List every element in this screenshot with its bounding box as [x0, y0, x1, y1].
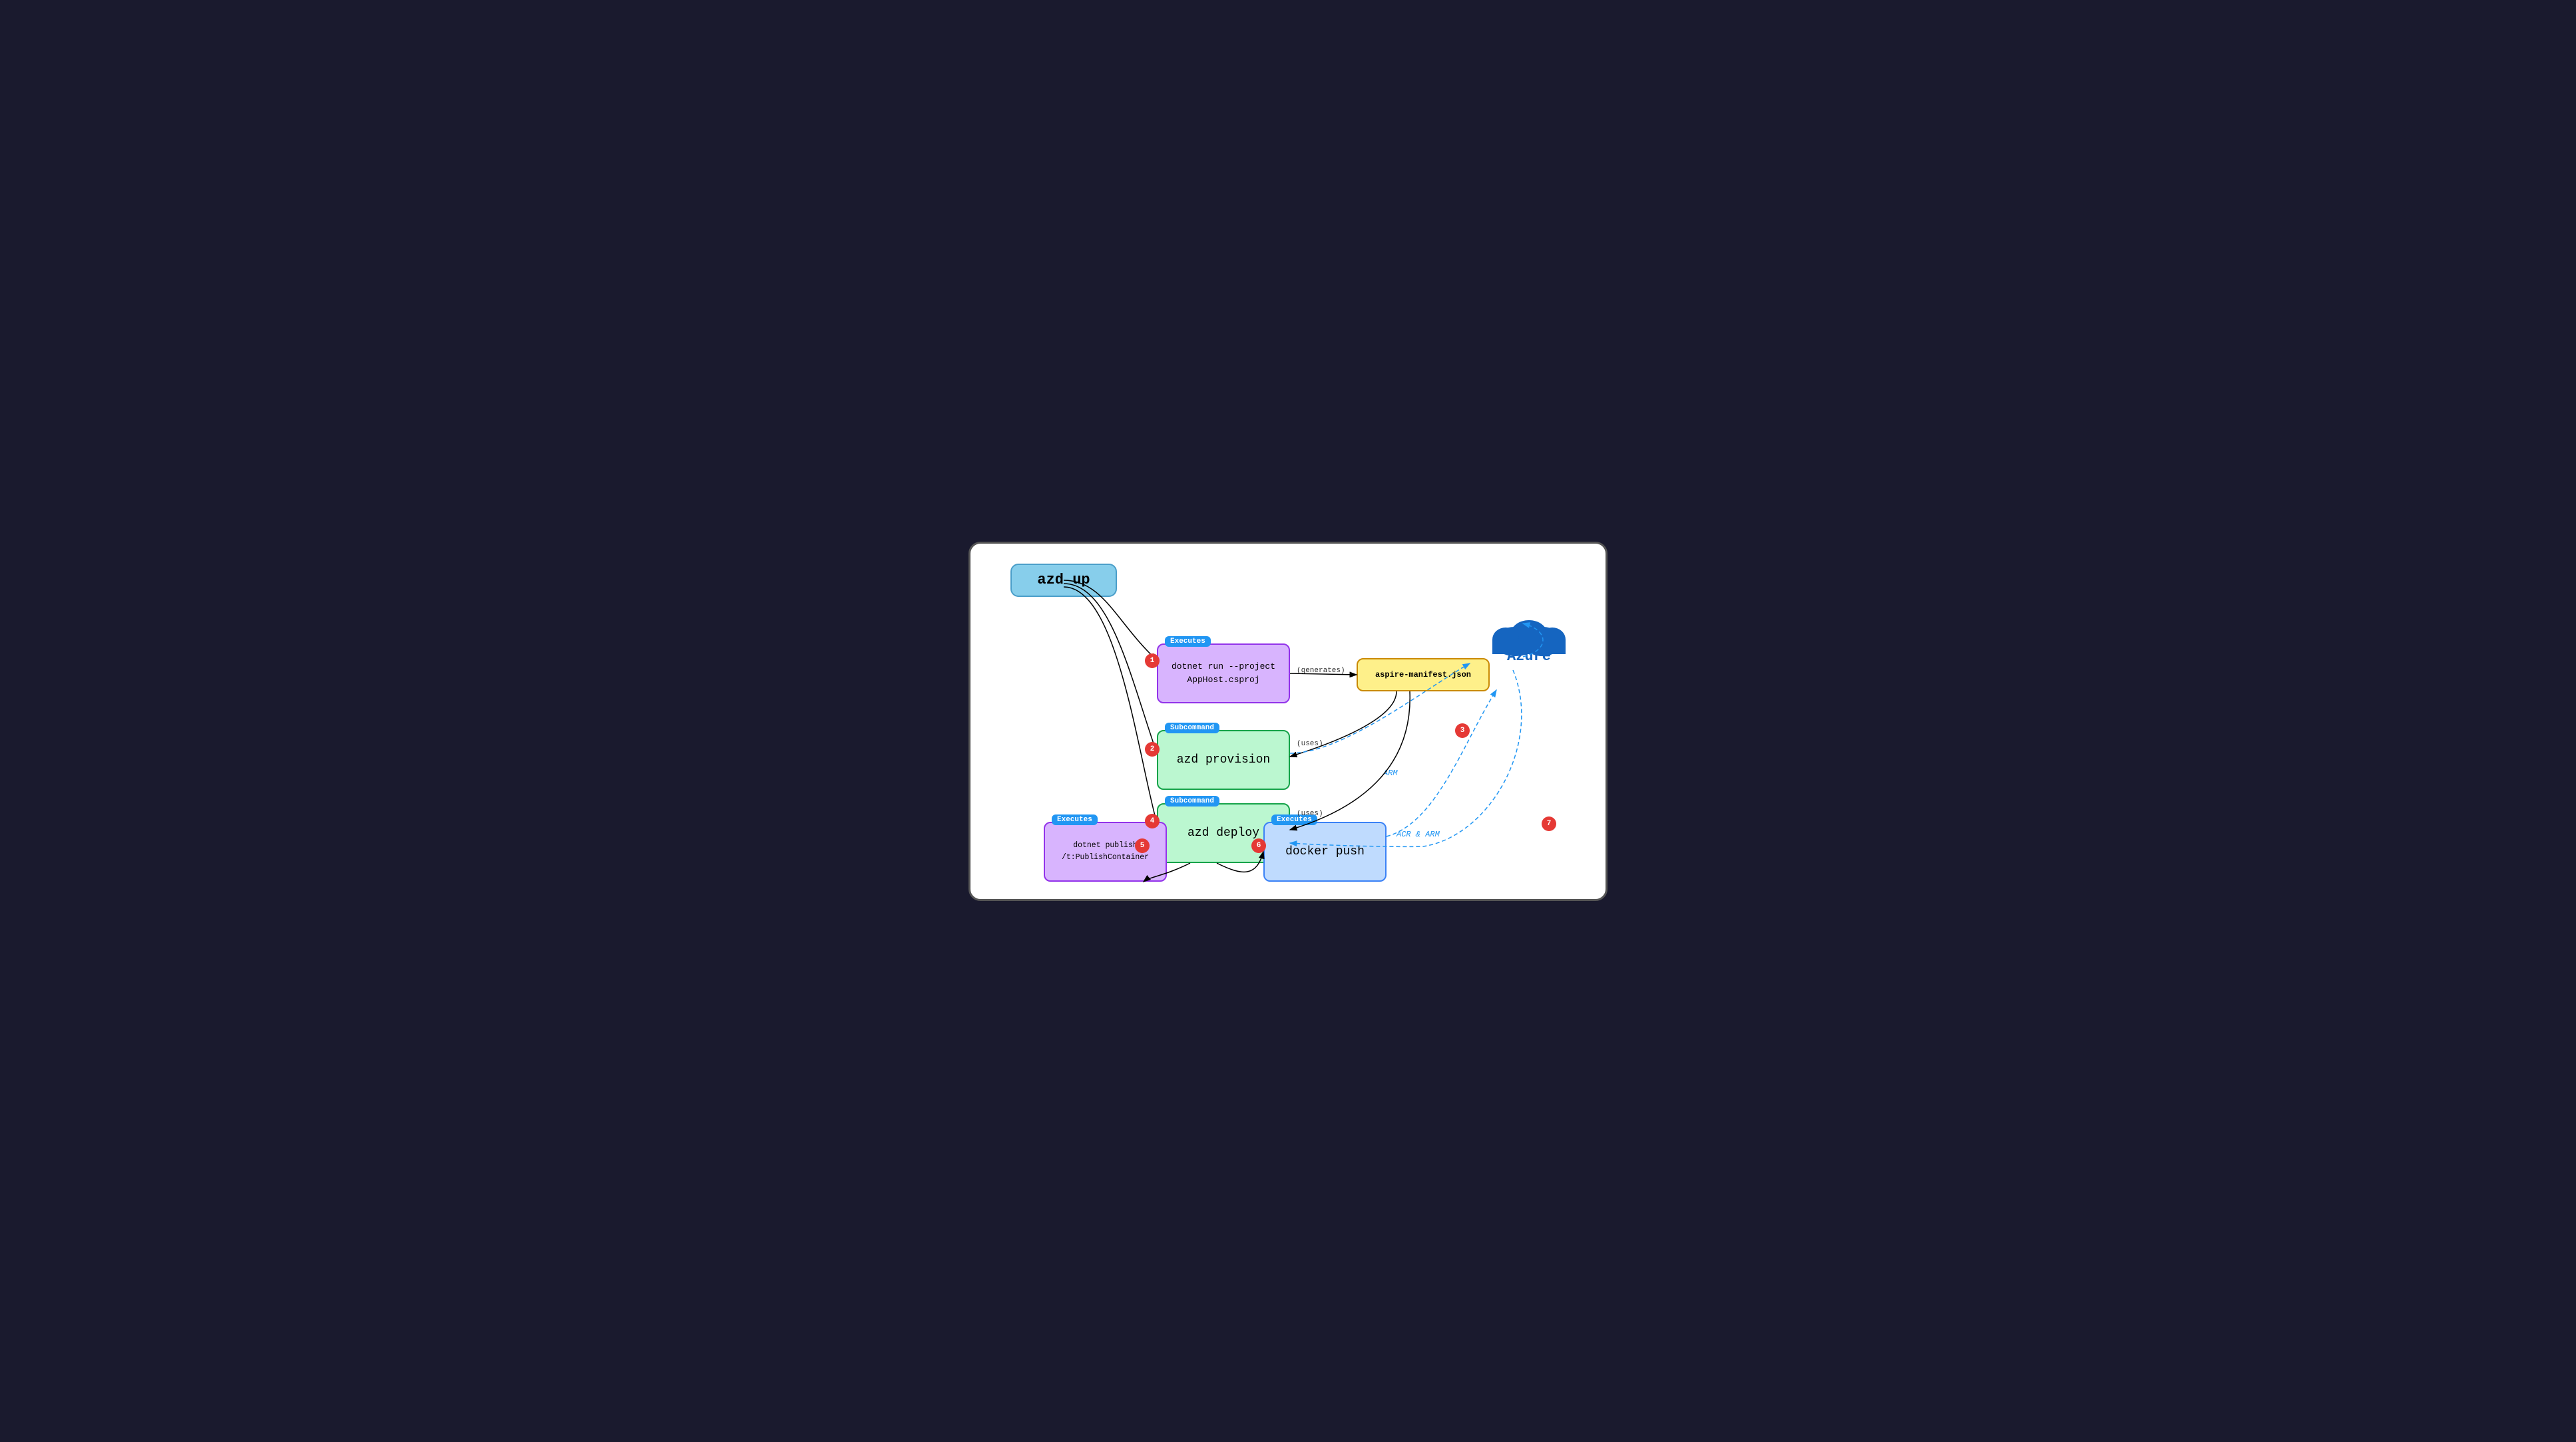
circle-7: 7 [1542, 816, 1556, 831]
generates-label: (generates) [1297, 667, 1345, 675]
azd-provision-badge: Subcommand [1165, 723, 1219, 733]
manifest-node: aspire-manifest.json [1357, 658, 1490, 691]
azd-up-label: azd up [1037, 572, 1090, 588]
azure-label: Azure [1507, 648, 1551, 665]
azd-deploy-badge: Subcommand [1165, 796, 1219, 807]
acr-arm-label: ACR & ARM [1396, 830, 1440, 839]
circle-1: 1 [1145, 653, 1160, 668]
azd-up-node: azd up [1010, 564, 1117, 597]
dotnet-run-node: Executes dotnet run --projectAppHost.csp… [1157, 643, 1290, 703]
dotnet-publish-badge: Executes [1052, 814, 1098, 825]
docker-push-text: docker push [1285, 845, 1365, 858]
circle-6: 6 [1251, 838, 1266, 853]
manifest-label: aspire-manifest.json [1375, 670, 1471, 679]
azure-cloud: Azure [1479, 597, 1579, 670]
uses1-label: (uses) [1297, 740, 1323, 748]
azd-provision-text: azd provision [1177, 753, 1270, 767]
uses2-label: (uses) [1297, 810, 1323, 818]
circle-5: 5 [1135, 838, 1150, 853]
diagram-container: azd up Executes dotnet run --projectAppH… [968, 542, 1608, 901]
circle-2: 2 [1145, 742, 1160, 757]
dotnet-run-badge: Executes [1165, 636, 1211, 647]
circle-4: 4 [1145, 814, 1160, 828]
circle-3: 3 [1455, 723, 1470, 738]
arm-label: ARM [1383, 769, 1398, 778]
docker-push-node: Executes docker push [1263, 822, 1387, 882]
dotnet-run-text: dotnet run --projectAppHost.csproj [1172, 660, 1275, 686]
azd-deploy-text: azd deploy [1187, 826, 1259, 840]
azd-provision-node: Subcommand azd provision [1157, 730, 1290, 790]
dotnet-publish-node: Executes dotnet publish/t:PublishContain… [1044, 822, 1167, 882]
